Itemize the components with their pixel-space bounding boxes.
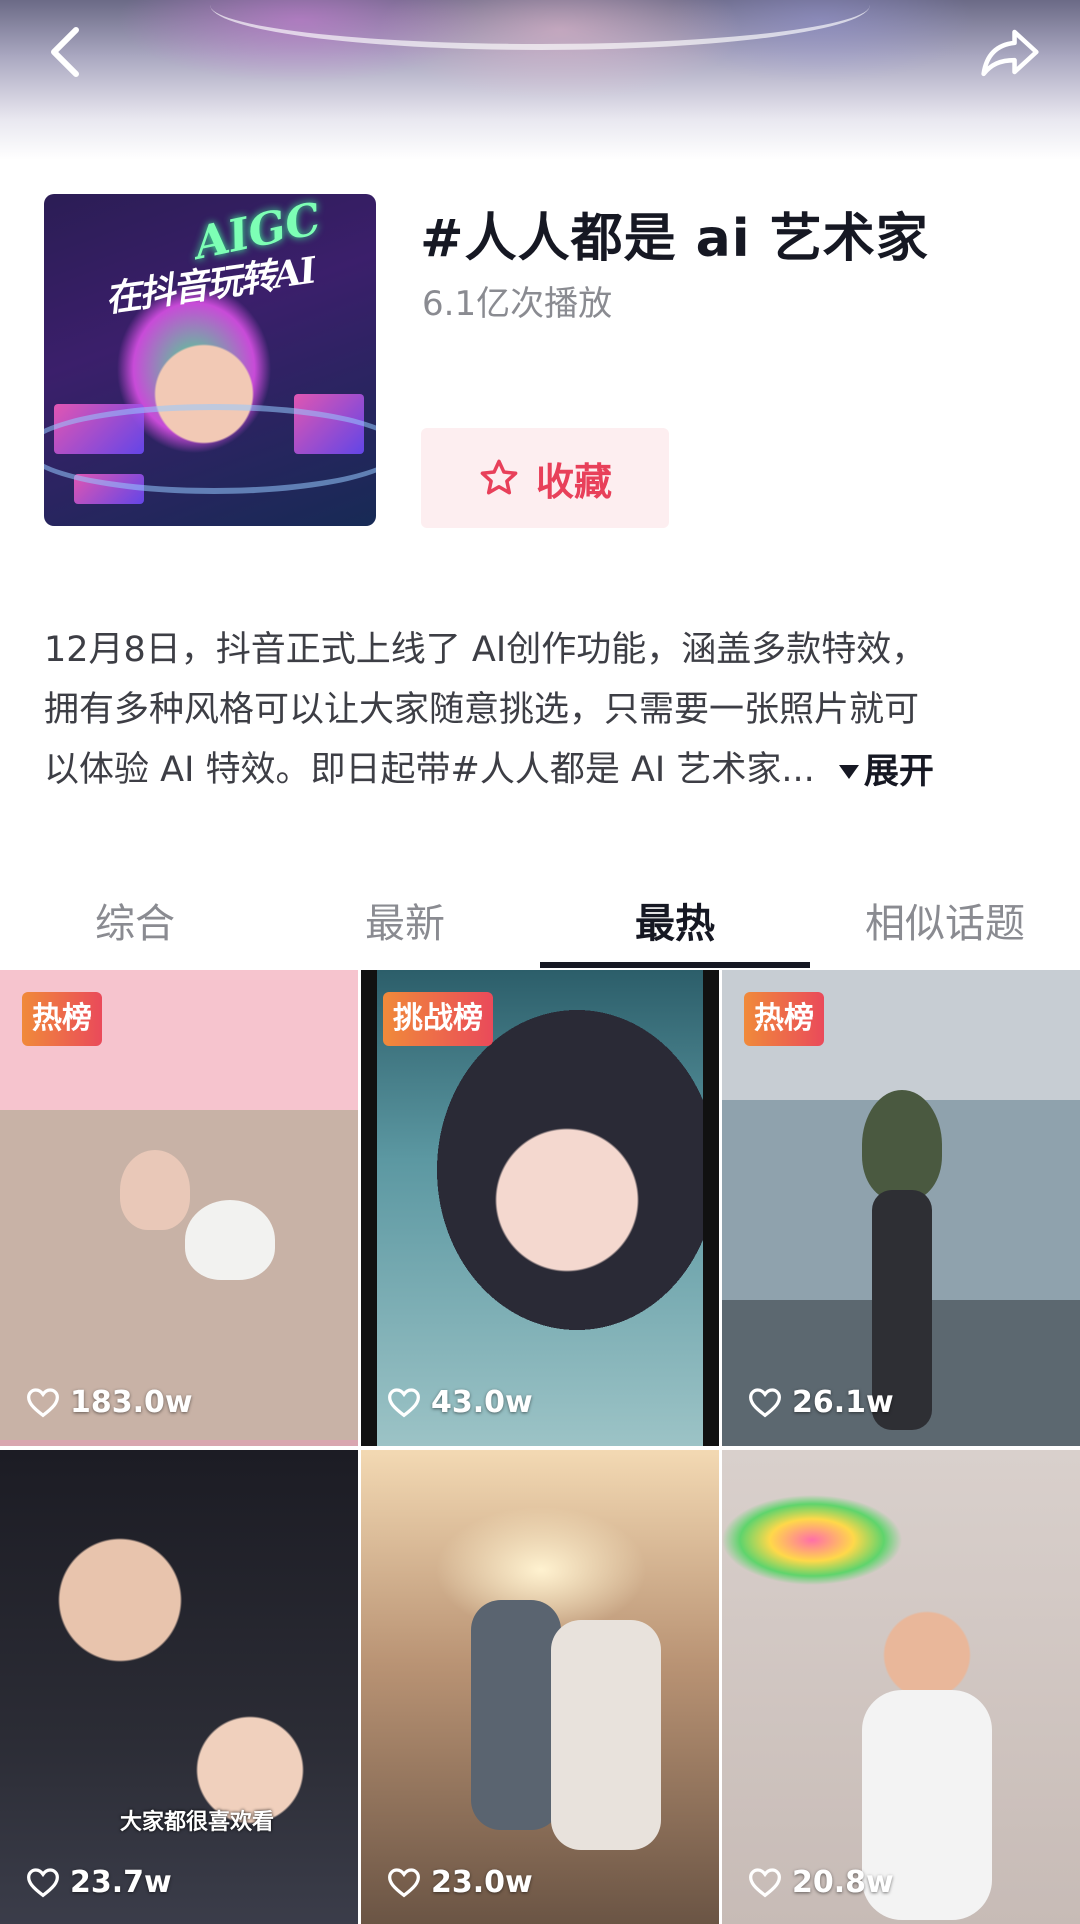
like-count-value: 26.1w: [792, 1385, 894, 1420]
like-count: 183.0w: [26, 1385, 193, 1420]
hot-badge: 热榜: [744, 992, 824, 1046]
like-count-value: 43.0w: [431, 1385, 533, 1420]
thumbnail-figure: [185, 1200, 275, 1280]
heart-icon: [388, 1387, 420, 1417]
like-count-value: 23.7w: [70, 1865, 172, 1900]
chevron-left-icon: [51, 27, 79, 77]
video-card[interactable]: 20.8w: [722, 1450, 1080, 1924]
tab-latest[interactable]: 最新: [270, 870, 540, 970]
favorite-button[interactable]: 收藏: [421, 428, 669, 528]
share-button[interactable]: [980, 22, 1040, 82]
share-arrow-icon: [981, 29, 1039, 77]
like-count-value: 183.0w: [70, 1385, 193, 1420]
like-count: 23.0w: [387, 1865, 533, 1900]
like-count: 26.1w: [748, 1385, 894, 1420]
tab-similar-topics[interactable]: 相似话题: [810, 870, 1080, 970]
thumbnail-figure: [862, 1090, 942, 1200]
heart-icon: [27, 1867, 59, 1897]
like-count-value: 23.0w: [431, 1865, 533, 1900]
challenge-badge: 挑战榜: [383, 992, 493, 1046]
hero-banner: [0, 0, 1080, 160]
topic-cover-image: AIGC 在抖音玩转AI: [44, 194, 376, 526]
hero-decoration: [210, 0, 870, 50]
description-line: 12月8日，抖音正式上线了 AI创作功能，涵盖多款特效，: [44, 630, 927, 670]
video-card[interactable]: 挑战榜 43.0w: [361, 970, 719, 1446]
expand-label: 展开: [863, 752, 934, 792]
like-count: 20.8w: [748, 1865, 894, 1900]
topic-title: #人人都是 ai 艺术家: [420, 209, 929, 269]
video-card[interactable]: 大家都很喜欢看 23.7w: [0, 1450, 358, 1924]
like-count: 43.0w: [387, 1385, 533, 1420]
like-count-value: 20.8w: [792, 1865, 894, 1900]
expand-button[interactable]: 展开: [838, 742, 934, 802]
video-card[interactable]: 热榜 26.1w: [722, 970, 1080, 1446]
caret-down-icon: [838, 765, 859, 779]
video-card[interactable]: 23.0w: [361, 1450, 719, 1924]
heart-icon: [27, 1387, 59, 1417]
video-grid: 热榜 183.0w 挑战榜 43.0w 热榜 26.1w 大家都很喜欢看 23.…: [0, 970, 1080, 1924]
star-icon: [480, 459, 518, 495]
tab-hottest[interactable]: 最热: [540, 870, 810, 970]
favorite-label: 收藏: [535, 459, 612, 504]
video-card[interactable]: 热榜 183.0w: [0, 970, 358, 1446]
tab-bar: 综合 最新 最热 相似话题: [0, 870, 1080, 970]
thumbnail-figure: [471, 1600, 561, 1830]
heart-icon: [388, 1867, 420, 1897]
play-count: 6.1亿次播放: [422, 284, 613, 324]
topic-description: 12月8日，抖音正式上线了 AI创作功能，涵盖多款特效， 拥有多种风格可以让大家…: [44, 620, 1044, 802]
tab-comprehensive[interactable]: 综合: [0, 870, 270, 970]
heart-icon: [749, 1867, 781, 1897]
description-text: 以体验 AI 特效。即日起带#人人都是 AI 艺术家...: [44, 750, 815, 790]
description-line: 拥有多种风格可以让大家随意挑选，只需要一张照片就可: [44, 690, 920, 730]
like-count: 23.7w: [26, 1865, 172, 1900]
thumbnail-figure: [551, 1620, 661, 1850]
cover-ring: [44, 404, 376, 494]
hot-badge: 热榜: [22, 992, 102, 1046]
thumbnail-figure: [120, 1150, 190, 1230]
heart-icon: [749, 1387, 781, 1417]
description-line: 以体验 AI 特效。即日起带#人人都是 AI 艺术家... 展开: [44, 740, 1044, 802]
back-button[interactable]: [36, 22, 96, 82]
video-caption: 大家都很喜欢看: [120, 1810, 275, 1835]
